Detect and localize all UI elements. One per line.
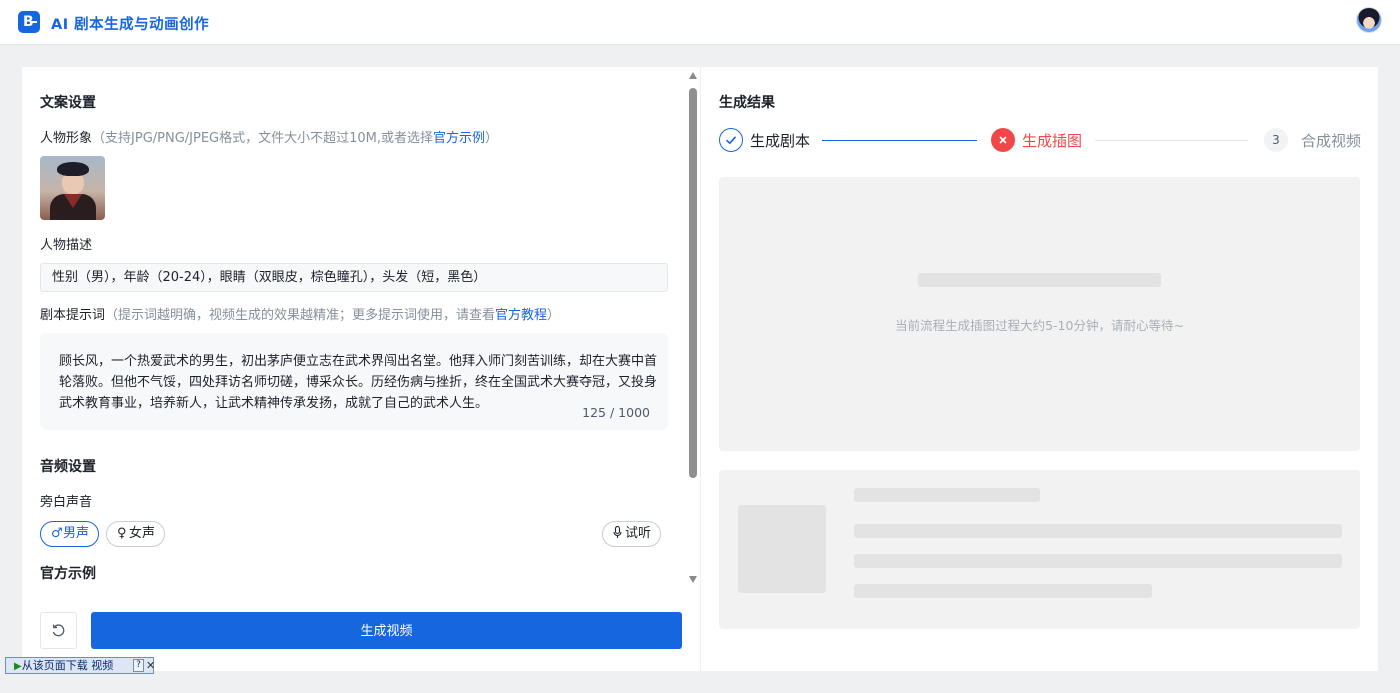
- error-x-icon: [991, 128, 1015, 152]
- generate-video-button[interactable]: 生成视频: [91, 612, 682, 649]
- settings-scrollbar[interactable]: [687, 67, 700, 587]
- user-avatar[interactable]: [1356, 7, 1382, 33]
- check-icon: [719, 128, 743, 152]
- copy-settings-title: 文案设置: [40, 95, 96, 111]
- description-label: 人物描述: [40, 238, 93, 253]
- result-title: 生成结果: [719, 95, 775, 111]
- male-voice-label: 男声: [63, 526, 90, 541]
- narration-voice-label: 旁白声音: [40, 495, 93, 510]
- step-2-label: 生成插图: [1022, 132, 1083, 150]
- preview-voice-button[interactable]: 试听: [602, 521, 662, 547]
- official-example-link[interactable]: 官方示例: [433, 131, 485, 146]
- prompt-label: 剧本提示词（提示词越明确，视频生成的效果越精准；更多提示词使用，请查看官方教程）: [40, 304, 560, 323]
- refresh-icon: [52, 624, 65, 637]
- character-hair-shape: [57, 162, 89, 176]
- skeleton-line-1: [854, 488, 1040, 502]
- reset-button[interactable]: [40, 612, 77, 649]
- female-voice-button[interactable]: ♀ 女声: [106, 521, 166, 547]
- microphone-icon: [613, 522, 625, 546]
- female-voice-label: 女声: [129, 526, 156, 541]
- official-examples-title: 官方示例: [40, 566, 96, 582]
- download-bar-label: 从该页面下载 视频: [21, 659, 114, 672]
- wait-message: 当前流程生成插图过程大约5-10分钟，请耐心等待~: [895, 318, 1184, 333]
- scroll-down-arrow-icon[interactable]: [689, 576, 697, 583]
- skeleton-line-2: [854, 524, 1342, 538]
- help-button[interactable]: ?: [133, 659, 144, 672]
- play-icon: ▶: [14, 661, 22, 672]
- male-voice-button[interactable]: ♂男声: [40, 521, 100, 547]
- skeleton-bar: [918, 273, 1161, 287]
- step-1-label: 生成剧本: [750, 132, 811, 150]
- prompt-hint: （提示词越明确，视频生成的效果越精准；更多提示词使用，请查看: [105, 308, 496, 323]
- illustration-placeholder: 当前流程生成插图过程大约5-10分钟，请耐心等待~: [719, 177, 1360, 451]
- app-title: AI 剧本生成与动画创作: [51, 17, 210, 33]
- character-description-field[interactable]: 性别（男），年龄（20-24），眼睛（双眼皮，棕色瞳孔），头发（短，黑色）: [40, 263, 668, 292]
- skeleton-line-3: [854, 554, 1342, 568]
- step-connector-2: [1095, 140, 1248, 141]
- download-video-bar[interactable]: ▶从该页面下载 视频 ? ✕: [5, 657, 155, 674]
- official-tutorial-link[interactable]: 官方教程: [495, 308, 547, 323]
- prompt-textarea[interactable]: 顾长风，一个热爱武术的男生，初出茅庐便立志在武术界闯出名堂。他拜入师门刻苦训练，…: [40, 333, 668, 430]
- character-hint: （支持JPG/PNG/JPEG格式，文件大小不超过10M,或者选择: [92, 131, 434, 146]
- app-logo-icon: B: [18, 11, 40, 33]
- settings-panel: 文案设置 人物形象（支持JPG/PNG/JPEG格式，文件大小不超过10M,或者…: [22, 67, 700, 671]
- prompt-text: 顾长风，一个热爱武术的男生，初出茅庐便立志在武术界闯出名堂。他拜入师门刻苦训练，…: [59, 354, 658, 411]
- step-3-label: 合成视频: [1301, 132, 1362, 150]
- audio-settings-title: 音频设置: [40, 459, 96, 475]
- character-label-text: 人物形象: [40, 131, 93, 146]
- skeleton-thumbnail: [738, 505, 826, 593]
- step-3-number: 3: [1264, 128, 1288, 152]
- female-icon: ♀: [117, 526, 127, 541]
- character-hint-end: ）: [485, 131, 499, 146]
- video-placeholder: [719, 470, 1360, 629]
- male-icon: ♂: [51, 526, 63, 541]
- app-header: B AI 剧本生成与动画创作: [0, 0, 1400, 45]
- scroll-thumb[interactable]: [689, 88, 697, 478]
- prompt-hint-end: ）: [547, 308, 561, 323]
- preview-label: 试听: [625, 526, 652, 541]
- prompt-label-text: 剧本提示词: [40, 308, 106, 323]
- character-image[interactable]: [40, 156, 105, 220]
- close-icon[interactable]: ✕: [146, 658, 155, 673]
- character-image-label: 人物形象（支持JPG/PNG/JPEG格式，文件大小不超过10M,或者选择官方示…: [40, 127, 498, 146]
- prompt-char-count: 125 / 1000: [582, 405, 650, 420]
- step-connector-1: [822, 140, 977, 141]
- result-panel: 生成结果 生成剧本 生成插图 3 合成视频 当前流程生成插图过程大约5-10分钟…: [701, 67, 1378, 671]
- scroll-up-arrow-icon[interactable]: [689, 72, 697, 79]
- skeleton-line-4: [854, 584, 1152, 598]
